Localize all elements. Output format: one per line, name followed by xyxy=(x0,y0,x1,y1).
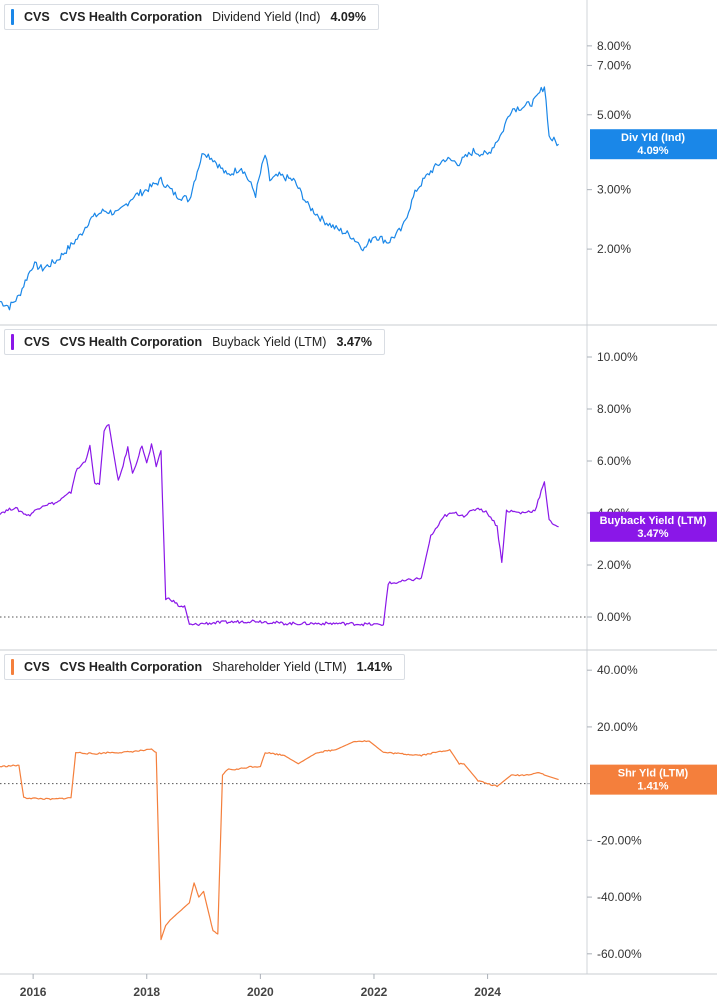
y-tick-label: 5.00% xyxy=(597,108,631,122)
y-tick-label: 10.00% xyxy=(597,350,638,364)
legend-company: CVS Health Corporation xyxy=(59,335,203,349)
legend-metric: Shareholder Yield (LTM) xyxy=(212,660,347,674)
chart-stage: 2.00% 3.00% 5.00% 7.00% 8.00% Div Yld (Ind) 4.… xyxy=(0,0,717,1005)
series-swatch-dividend xyxy=(11,9,14,25)
y-tick-label: -20.00% xyxy=(597,833,642,847)
y-tick-label: 8.00% xyxy=(597,39,631,53)
legend-company: CVS Health Corporation xyxy=(59,660,203,674)
x-tick-label: 2024 xyxy=(474,985,501,999)
series-swatch-buyback xyxy=(11,334,14,350)
badge-label: Div Yld (Ind) xyxy=(621,132,685,144)
y-tick-label: -40.00% xyxy=(597,890,642,904)
x-tick-label: 2020 xyxy=(247,985,274,999)
badge-value: 3.47% xyxy=(637,528,668,540)
y-tick-label: 0.00% xyxy=(597,610,631,624)
legend-company: CVS Health Corporation xyxy=(59,10,203,24)
y-tick-label: 2.00% xyxy=(597,558,631,572)
legend-metric: Buyback Yield (LTM) xyxy=(212,335,327,349)
x-tick-label: 2022 xyxy=(361,985,388,999)
legend-metric: Dividend Yield (Ind) xyxy=(212,10,321,24)
legend-value: 1.41% xyxy=(356,660,393,674)
y-tick-label: -60.00% xyxy=(597,947,642,961)
y-tick-label: 40.00% xyxy=(597,663,638,677)
series-line-dividend xyxy=(0,86,559,311)
y-tick-label: 7.00% xyxy=(597,58,631,72)
yield-charts: 2.00%3.00%5.00%7.00%8.00%Div Yld (Ind)4.… xyxy=(0,0,717,999)
legend-ticker: CVS xyxy=(24,660,50,674)
badge-value: 1.41% xyxy=(637,781,668,793)
legend-ticker: CVS xyxy=(24,10,50,24)
x-tick-label: 2018 xyxy=(133,985,160,999)
badge-label: Shr Yld (LTM) xyxy=(618,768,689,780)
series-swatch-shareholder xyxy=(11,659,14,675)
series-line-buyback xyxy=(0,424,559,627)
legend-dividend-yield: CVS CVS Health Corporation Dividend Yiel… xyxy=(4,4,379,30)
legend-buyback-yield: CVS CVS Health Corporation Buyback Yield… xyxy=(4,329,385,355)
y-tick-label: 3.00% xyxy=(597,183,631,197)
y-tick-label: 8.00% xyxy=(597,402,631,416)
badge-label: Buyback Yield (LTM) xyxy=(600,515,707,527)
x-tick-label: 2016 xyxy=(20,985,47,999)
series-line-shareholder xyxy=(0,740,559,941)
badge-value: 4.09% xyxy=(637,145,668,157)
legend-value: 4.09% xyxy=(330,10,366,24)
y-tick-label: 2.00% xyxy=(597,242,631,256)
legend-value: 3.47% xyxy=(336,335,372,349)
y-tick-label: 6.00% xyxy=(597,454,631,468)
legend-ticker: CVS xyxy=(24,335,50,349)
y-tick-label: 20.00% xyxy=(597,720,638,734)
legend-shareholder-yield: CVS CVS Health Corporation Shareholder Y… xyxy=(4,654,406,680)
